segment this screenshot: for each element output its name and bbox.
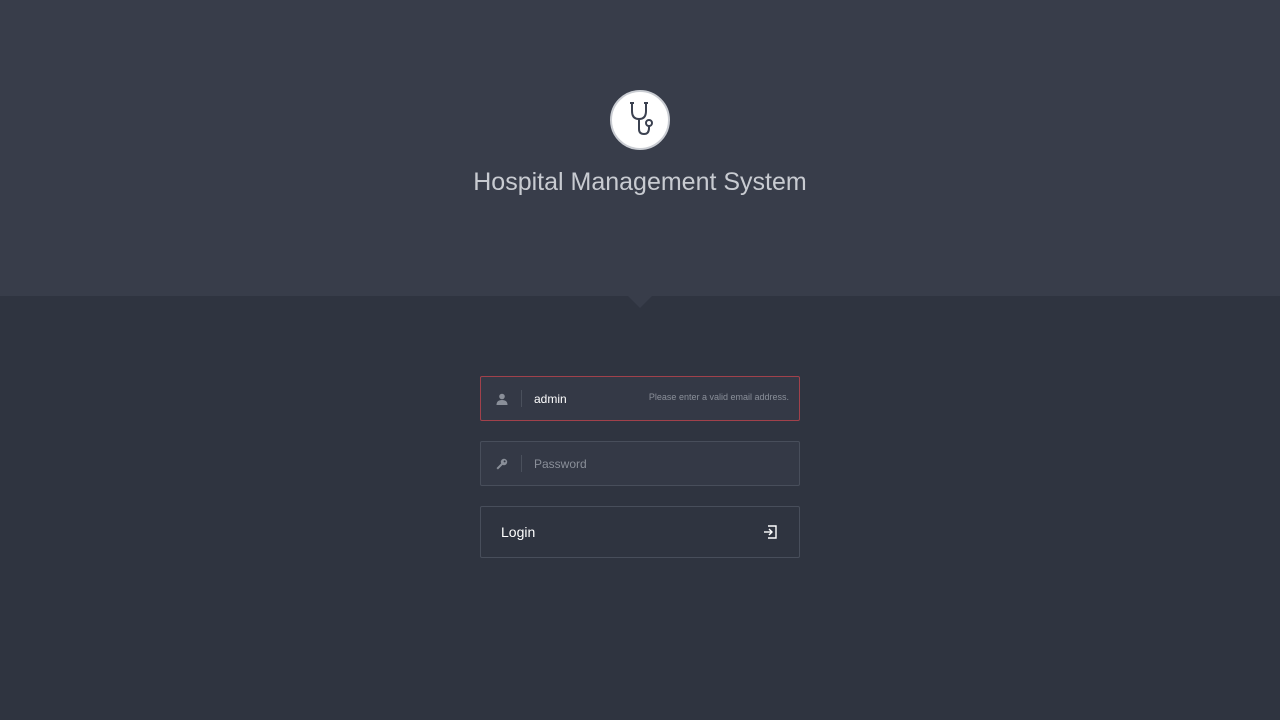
page-title: Hospital Management System [473,168,807,196]
password-input[interactable] [534,442,784,485]
sign-in-icon [763,525,777,539]
key-icon [494,456,510,472]
login-button[interactable]: Login [480,506,800,558]
field-separator [521,455,522,472]
validation-message: Please enter a valid email address. [648,392,789,402]
username-field[interactable]: Please enter a valid email address. [480,376,800,421]
header-pointer [628,296,652,308]
password-field[interactable] [480,441,800,486]
login-button-label: Login [501,524,536,540]
user-icon [494,391,510,407]
app-logo [610,90,670,150]
field-separator [521,390,522,407]
stethoscope-icon [625,99,655,142]
